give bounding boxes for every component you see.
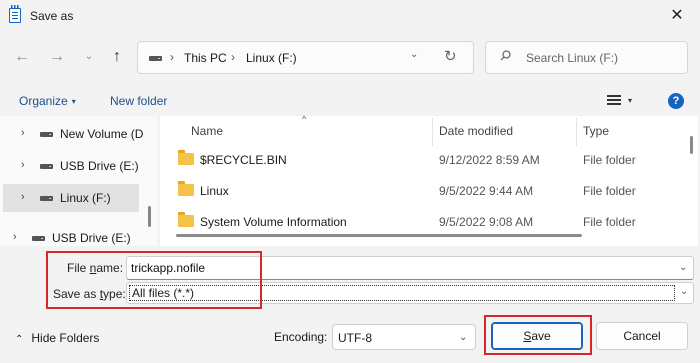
column-header-type[interactable]: Type — [583, 124, 609, 138]
command-bar: Organize ▾ New folder ▾ ? — [0, 86, 700, 116]
chevron-right-icon[interactable]: › — [21, 191, 25, 203]
file-name: $RECYCLE.BIN — [200, 153, 287, 167]
chevron-right-icon[interactable]: › — [13, 231, 17, 243]
folder-icon — [178, 181, 194, 196]
file-type: File folder — [583, 153, 636, 167]
search-box[interactable]: Search Linux (F:) — [485, 41, 688, 74]
chevron-up-icon: ⌃ — [15, 334, 24, 345]
save-button[interactable]: Save — [491, 322, 583, 350]
caret-down-icon: ▾ — [71, 97, 76, 106]
forward-arrow-icon[interactable]: → — [44, 44, 70, 70]
folder-icon — [178, 212, 194, 227]
window-title: Save as — [30, 9, 74, 23]
view-options-icon[interactable] — [607, 95, 621, 105]
sidebar-item-label: USB Drive (E:) — [52, 231, 131, 245]
navigation-pane: › New Volume (D › USB Drive (E:) › Linux… — [0, 116, 157, 246]
recent-locations-chevron-icon[interactable]: ⌄ — [76, 44, 102, 70]
breadcrumb-linux-drive[interactable]: Linux (F:) — [246, 51, 297, 65]
sidebar-item-linux-f[interactable]: › Linux (F:) — [3, 184, 139, 212]
drive-icon — [40, 196, 53, 201]
hide-folders-button[interactable]: ⌃ Hide Folders — [15, 331, 99, 345]
new-folder-button[interactable]: New folder — [110, 94, 167, 108]
organize-label: Organize — [19, 94, 68, 108]
sidebar-item-new-volume-d[interactable]: › New Volume (D — [3, 120, 143, 148]
breadcrumb-this-pc[interactable]: This PC — [184, 51, 227, 65]
folder-icon — [178, 150, 194, 165]
notepad-icon — [9, 5, 21, 23]
vertical-scrollbar[interactable] — [690, 136, 693, 154]
column-header-name[interactable]: Name — [191, 124, 223, 138]
encoding-value: UTF-8 — [338, 331, 372, 345]
chevron-down-icon[interactable]: ⌄ — [679, 262, 687, 273]
title-bar: Save as ✕ — [0, 0, 700, 32]
drive-icon — [40, 164, 53, 169]
search-input[interactable]: Search Linux (F:) — [526, 51, 618, 65]
close-button[interactable]: ✕ — [654, 0, 700, 32]
column-divider[interactable] — [432, 118, 433, 146]
search-icon — [500, 50, 511, 61]
column-divider[interactable] — [576, 118, 577, 146]
file-date: 9/5/2022 9:44 AM — [439, 184, 534, 198]
file-date: 9/5/2022 9:08 AM — [439, 215, 534, 229]
file-date: 9/12/2022 8:59 AM — [439, 153, 540, 167]
hide-folders-label: Hide Folders — [31, 331, 100, 345]
column-header-date-modified[interactable]: Date modified — [439, 124, 513, 138]
file-row[interactable]: $RECYCLE.BIN 9/12/2022 8:59 AM File fold… — [160, 146, 680, 176]
sidebar-item-label: New Volume (D — [60, 127, 144, 141]
encoding-label: Encoding: — [274, 330, 328, 344]
drive-icon — [149, 56, 162, 61]
sidebar-item-usb-drive-e-root[interactable]: › USB Drive (E:) — [3, 224, 139, 246]
horizontal-scrollbar[interactable] — [176, 234, 582, 237]
drive-icon — [32, 236, 45, 241]
refresh-icon[interactable]: ↻ — [444, 47, 457, 65]
up-arrow-icon[interactable]: ↑ — [104, 44, 130, 70]
breadcrumb-separator: › — [231, 50, 235, 64]
chevron-right-icon[interactable]: › — [21, 127, 25, 139]
drive-icon — [40, 132, 53, 137]
sidebar-item-label: Linux (F:) — [60, 191, 111, 205]
file-name: Linux — [200, 184, 229, 198]
cancel-button[interactable]: Cancel — [596, 322, 688, 350]
sidebar-item-usb-drive-e[interactable]: › USB Drive (E:) — [3, 152, 139, 180]
sort-ascending-icon: ^ — [302, 114, 307, 124]
file-type: File folder — [583, 215, 636, 229]
breadcrumb-separator: › — [170, 50, 174, 64]
encoding-dropdown[interactable]: UTF-8 ⌄ — [332, 324, 476, 350]
address-bar[interactable]: › This PC › Linux (F:) ⌄ ↻ — [137, 41, 474, 74]
navigation-scrollbar[interactable] — [148, 206, 151, 227]
help-icon[interactable]: ? — [668, 93, 684, 109]
organize-button[interactable]: Organize ▾ — [19, 94, 76, 108]
highlight-box — [46, 251, 262, 309]
file-row[interactable]: Linux 9/5/2022 9:44 AM File folder — [160, 177, 680, 207]
chevron-right-icon[interactable]: › — [21, 159, 25, 171]
sidebar-item-label: USB Drive (E:) — [60, 159, 139, 173]
chevron-down-icon[interactable]: ⌄ — [410, 49, 418, 60]
chevron-down-icon: ⌄ — [459, 332, 468, 343]
file-name: System Volume Information — [200, 215, 347, 229]
file-list: Name Date modified Type $RECYCLE.BIN 9/1… — [160, 116, 698, 246]
chevron-down-icon[interactable]: ⌄ — [680, 286, 688, 297]
caret-down-icon[interactable]: ▾ — [628, 96, 632, 105]
file-type: File folder — [583, 184, 636, 198]
back-arrow-icon[interactable]: ← — [9, 44, 35, 70]
